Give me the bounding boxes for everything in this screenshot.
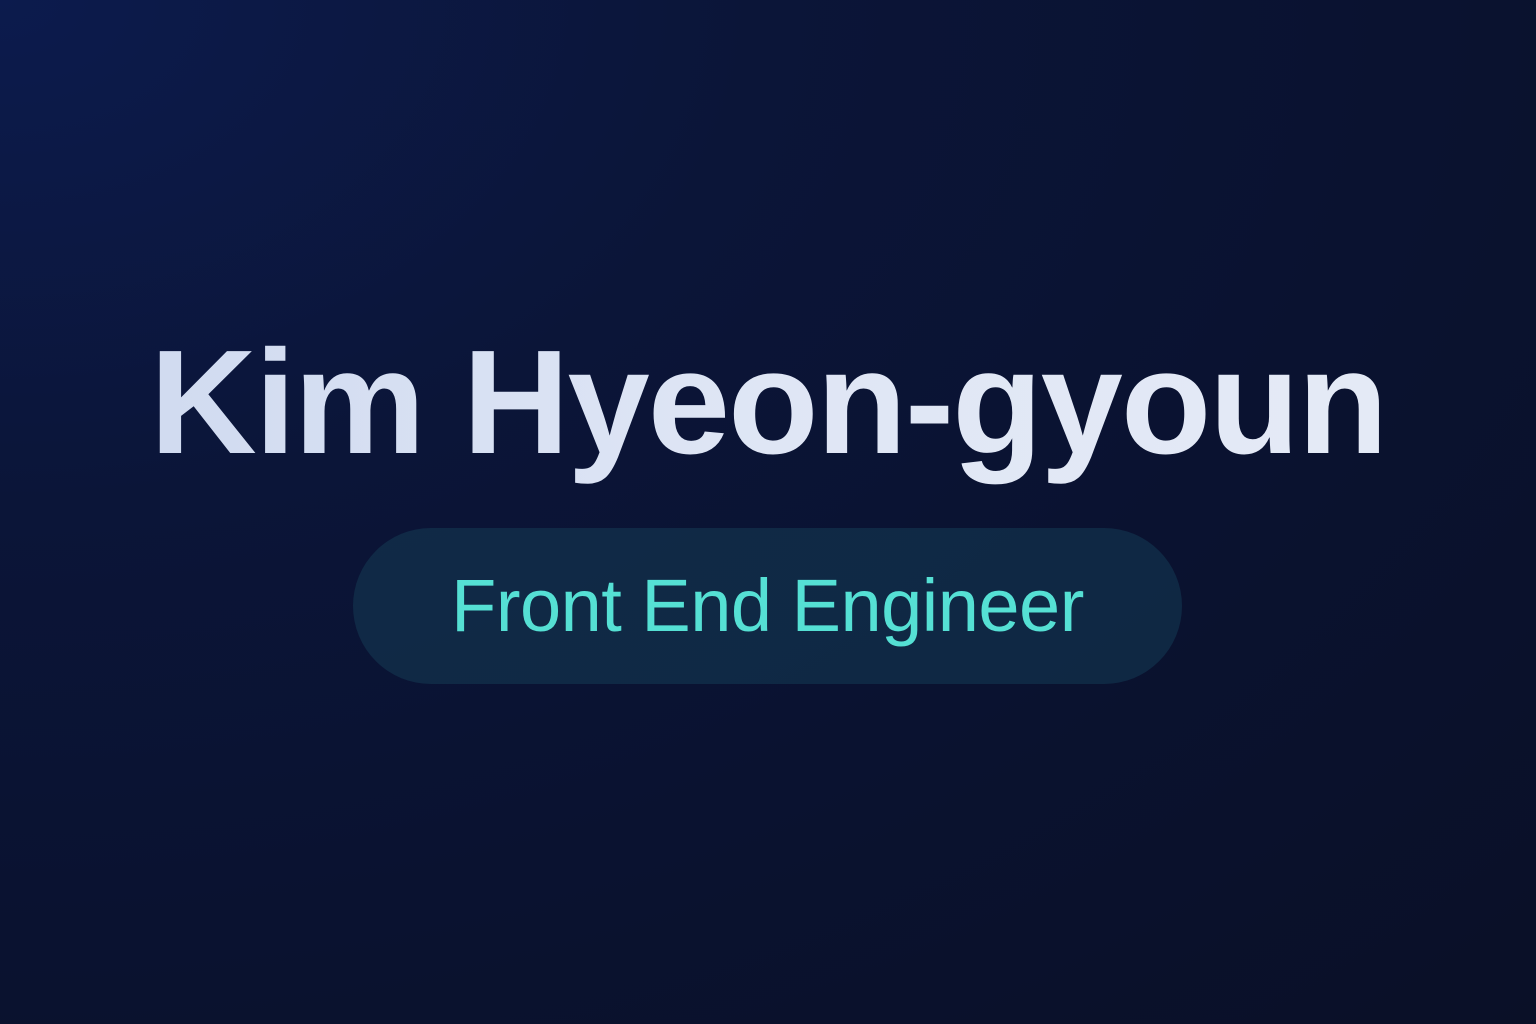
profile-name: Kim Hyeon-gyoun	[0, 318, 1536, 488]
hero-card: Kim Hyeon-gyoun Front End Engineer	[0, 0, 1536, 1024]
role-badge: Front End Engineer	[353, 528, 1182, 684]
role-label: Front End Engineer	[451, 564, 1084, 647]
